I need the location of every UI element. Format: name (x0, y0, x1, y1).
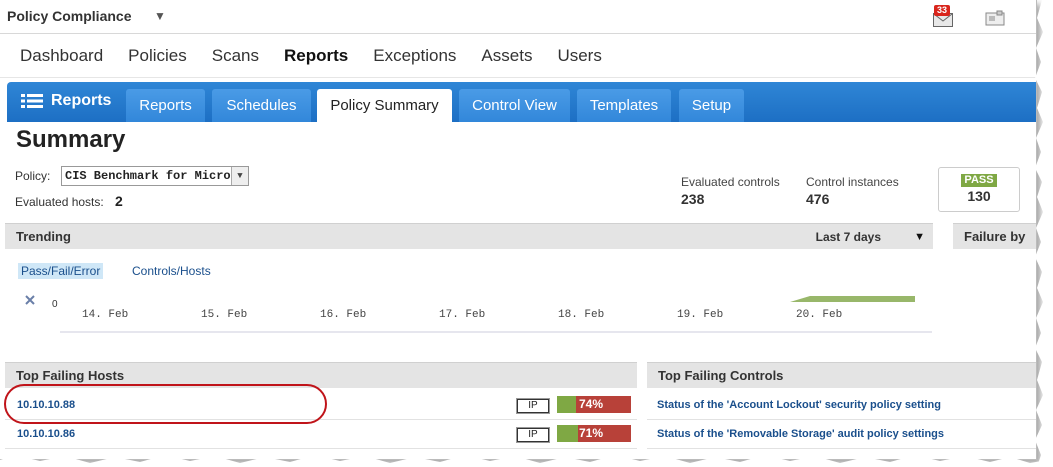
failure-by-title: Failure by (964, 229, 1026, 244)
x-axis-date-label: 15. Feb (201, 309, 247, 321)
trending-title: Trending (16, 229, 71, 244)
tab-templates[interactable]: Templates (577, 89, 671, 122)
fail-percent: 74% (579, 397, 604, 411)
control-link[interactable]: Status of the 'Account Lockout' security… (657, 399, 941, 411)
widget-icon[interactable] (985, 10, 1005, 26)
evaluated-controls-value: 238 (681, 191, 705, 207)
fail-percent: 71% (579, 426, 604, 440)
evaluated-controls-stat: Evaluated controls 238 (681, 175, 780, 207)
torn-edge-bottom (0, 455, 1053, 467)
nav-policies[interactable]: Policies (128, 46, 187, 66)
policy-select-value: CIS Benchmark for Microso (65, 169, 246, 183)
y-axis-zero-label: 0 (52, 299, 58, 310)
evaluated-hosts-label: Evaluated hosts: (15, 195, 104, 209)
pass-portion (557, 425, 579, 442)
subtab-controls-hosts[interactable]: Controls/Hosts (132, 264, 211, 278)
trending-chart: 0 14. Feb 15. Feb 16. Feb 17. Feb 18. Feb 19.… (25, 295, 932, 333)
mail-count-badge: 33 (934, 5, 951, 16)
nav-scans[interactable]: Scans (212, 46, 259, 66)
nav-assets[interactable]: Assets (481, 46, 532, 66)
pass-area (790, 296, 915, 302)
host-row: 10.10.10.86 IP 71% (5, 421, 637, 449)
top-failing-controls-title: Top Failing Controls (658, 368, 784, 383)
evaluated-controls-label: Evaluated controls (681, 175, 780, 189)
host-link[interactable]: 10.10.10.86 (17, 428, 75, 440)
page-title: Summary (16, 126, 126, 153)
subtab-pass-fail-error[interactable]: Pass/Fail/Error (18, 263, 104, 279)
pass-badge: PASS (961, 174, 997, 187)
pass-summary-box[interactable]: PASS 130 (938, 167, 1020, 212)
ip-type-badge: IP (516, 398, 550, 414)
chevron-down-icon[interactable]: ▼ (231, 167, 248, 185)
nav-users[interactable]: Users (557, 46, 601, 66)
x-axis-date-label: 18. Feb (558, 309, 604, 321)
control-row: Status of the 'Removable Storage' audit … (647, 421, 1036, 449)
top-failing-hosts-title: Top Failing Hosts (16, 368, 125, 383)
tab-schedules[interactable]: Schedules (212, 89, 311, 122)
caret-down-icon[interactable]: ▼ (914, 224, 925, 250)
trending-range-select[interactable]: Last 7 days (816, 224, 881, 250)
control-link[interactable]: Status of the 'Removable Storage' audit … (657, 428, 944, 440)
chart-reset-icon[interactable] (25, 295, 35, 305)
evaluated-hosts-value: 2 (115, 193, 123, 209)
main-nav: Dashboard Policies Scans Reports Excepti… (0, 34, 1036, 78)
module-title-label: Reports (51, 92, 112, 109)
tab-reports[interactable]: Reports (126, 89, 205, 122)
module-title: Reports (21, 92, 111, 110)
policy-label: Policy: (15, 169, 51, 183)
list-icon (21, 94, 43, 108)
trending-header: Trending Last 7 days ▼ (5, 223, 933, 249)
fail-rate-bar: 71% (557, 425, 631, 442)
tab-control-view[interactable]: Control View (459, 89, 570, 122)
failure-by-header: Failure by (953, 223, 1036, 249)
control-row: Status of the 'Account Lockout' security… (647, 392, 1036, 420)
nav-exceptions[interactable]: Exceptions (373, 46, 456, 66)
tab-policy-summary[interactable]: Policy Summary (317, 89, 452, 122)
x-axis-date-label: 16. Feb (320, 309, 366, 321)
x-axis-date-label: 14. Feb (82, 309, 128, 321)
ip-type-badge: IP (516, 427, 550, 443)
control-instances-stat: Control instances 476 (806, 175, 899, 207)
control-instances-value: 476 (806, 191, 830, 207)
app-window: Policy Compliance ▼ 33 Dashboard Policie… (0, 0, 1037, 460)
policy-select[interactable]: CIS Benchmark for Microso ▼ (61, 166, 249, 186)
torn-edge-right (1035, 0, 1053, 467)
chevron-down-icon[interactable]: ▼ (154, 9, 166, 23)
app-switcher-label[interactable]: Policy Compliance (7, 8, 131, 24)
pass-count: 130 (967, 188, 991, 204)
nav-reports[interactable]: Reports (284, 46, 348, 66)
x-axis-date-label: 17. Feb (439, 309, 485, 321)
fail-rate-bar: 74% (557, 396, 631, 413)
module-tab-bar: Reports Reports Schedules Policy Summary… (7, 82, 1036, 122)
pass-portion (557, 396, 577, 413)
top-failing-controls-header: Top Failing Controls (647, 362, 1036, 388)
x-axis-date-label: 20. Feb (796, 309, 842, 321)
control-instances-label: Control instances (806, 175, 899, 189)
top-bar: Policy Compliance ▼ 33 (0, 0, 1036, 34)
nav-dashboard[interactable]: Dashboard (20, 46, 103, 66)
tab-setup[interactable]: Setup (679, 89, 744, 122)
x-axis-date-label: 19. Feb (677, 309, 723, 321)
highlight-annotation (4, 384, 327, 424)
